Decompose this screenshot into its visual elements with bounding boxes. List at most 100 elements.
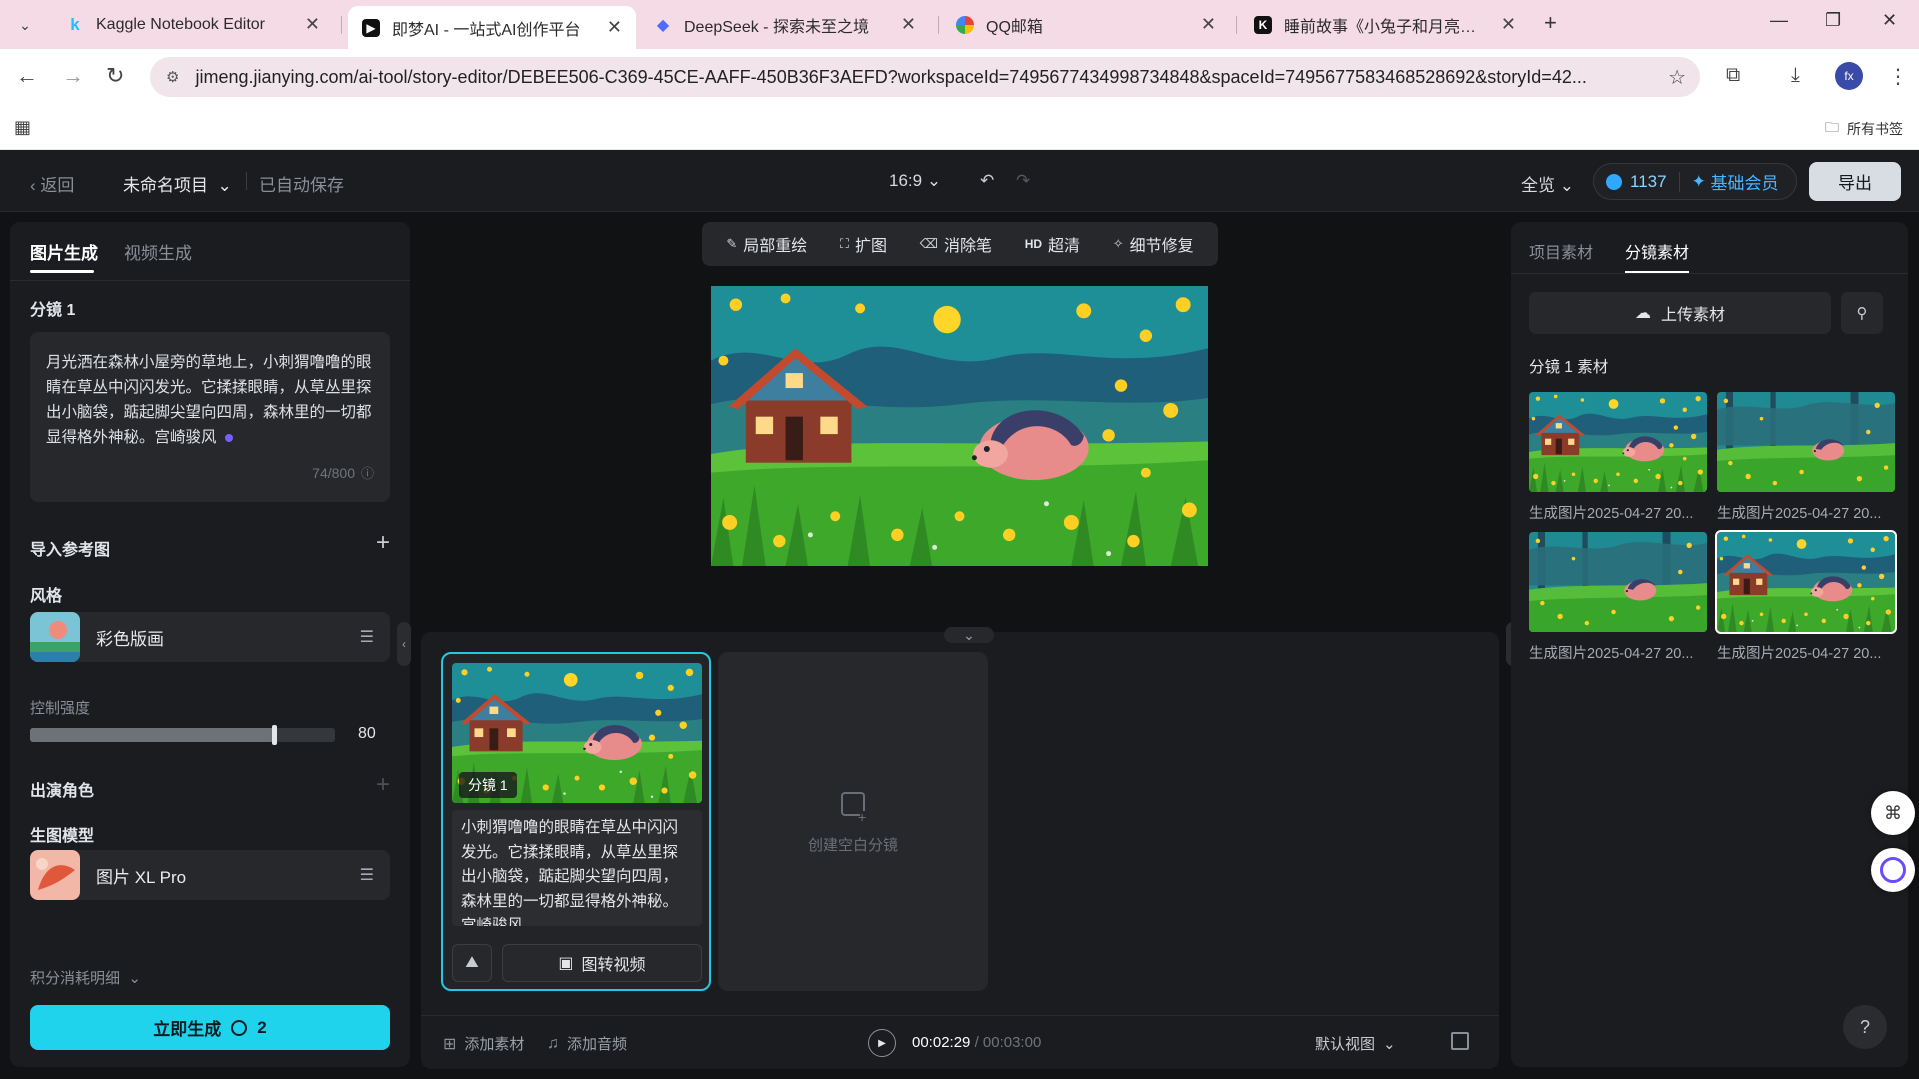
shortcuts-float-button[interactable]: ⌘: [1871, 791, 1915, 835]
asset-thumbnail[interactable]: [1717, 392, 1895, 492]
back-button[interactable]: ‹ 返回: [30, 171, 74, 196]
tool-upscale[interactable]: HD 超清: [1025, 232, 1080, 256]
import-reference-plus-icon[interactable]: +: [376, 531, 390, 555]
new-tab-plus-icon[interactable]: +: [1544, 10, 1557, 36]
storyboard-shot-card[interactable]: 分镜 1 小刺猬噜噜的眼睛在草丛中闪闪发光。它揉揉眼睛，从草丛里探出小脑袋，踮起…: [441, 652, 711, 991]
browser-tab-qqmail[interactable]: QQ邮箱 ✕: [942, 6, 1230, 43]
close-icon[interactable]: ✕: [1501, 14, 1516, 35]
reload-icon[interactable]: ↻: [106, 63, 124, 89]
tool-label: 细节修复: [1129, 238, 1194, 255]
image-icon[interactable]: ⛰: [452, 944, 492, 982]
prompt-text: 月光洒在森林小屋旁的草地上，小刺猬噜噜的眼睛在草丛中闪闪发光。它揉揉眼睛，从草丛…: [46, 354, 372, 446]
undo-icon[interactable]: ↶: [980, 171, 994, 191]
asset-item[interactable]: 生成图片2025-04-27 20...: [1717, 392, 1895, 523]
view-mode-dropdown[interactable]: 全览 ⌄: [1521, 171, 1574, 196]
style-thumbnail: [30, 612, 80, 662]
credits-badge[interactable]: 1137 ✦ 基础会员: [1593, 163, 1797, 200]
jimeng-logo-icon: ▶: [362, 18, 380, 37]
close-icon[interactable]: ✕: [1201, 14, 1216, 35]
sliders-icon[interactable]: ☰: [360, 627, 374, 647]
asset-item[interactable]: 生成图片2025-04-27 20...: [1529, 392, 1707, 523]
upload-asset-button[interactable]: ☁ 上传素材: [1529, 292, 1831, 334]
slider-fill: [30, 728, 274, 742]
hd-icon: HD: [1024, 237, 1043, 251]
apps-grid-icon[interactable]: ▦: [14, 117, 31, 138]
all-bookmarks[interactable]: 🗀 所有书签: [1825, 117, 1903, 141]
tab-title: DeepSeek - 探索未至之境: [684, 18, 869, 36]
forward-arrow-icon[interactable]: →: [62, 63, 84, 89]
export-button[interactable]: 导出: [1809, 162, 1901, 201]
restore-icon[interactable]: ❐: [1825, 10, 1841, 31]
assistant-float-button[interactable]: [1871, 848, 1915, 892]
style-selector[interactable]: 彩色版画 ☰: [30, 612, 390, 662]
tab-shot-assets[interactable]: 分镜素材: [1625, 239, 1689, 263]
tab-project-assets[interactable]: 项目素材: [1529, 239, 1593, 263]
chevron-down-icon: ⌄: [128, 970, 141, 987]
tool-outpaint[interactable]: ⛶ 扩图: [840, 232, 887, 256]
tool-detail-repair[interactable]: ✧ 细节修复: [1113, 232, 1194, 256]
asset-thumbnail[interactable]: [1529, 392, 1707, 492]
back-arrow-icon[interactable]: ←: [16, 63, 38, 89]
asset-thumbnail[interactable]: [1715, 530, 1897, 634]
asset-thumbnail[interactable]: [1529, 532, 1707, 632]
collapse-storyboard-chevron-icon[interactable]: ⌄: [944, 627, 994, 643]
import-reference-label: 导入参考图: [30, 542, 111, 559]
add-audio-button[interactable]: ♫ 添加音频: [547, 1033, 627, 1054]
add-media-icon: ⊞: [443, 1035, 457, 1053]
filter-icon[interactable]: ⚲: [1841, 292, 1883, 334]
shot-description[interactable]: 小刺猬噜噜的眼睛在草丛中闪闪发光。它揉揉眼睛，从草丛里探出小脑袋，踮起脚尖望向四…: [452, 810, 702, 926]
asset-item-selected[interactable]: 生成图片2025-04-27 20...: [1715, 530, 1897, 663]
model-selector[interactable]: 图片 XL Pro ☰: [30, 850, 390, 900]
close-icon[interactable]: ✕: [305, 14, 320, 35]
browser-tab-kling[interactable]: K 睡前故事《小兔子和月亮》分镜 ✕: [1240, 6, 1530, 43]
browser-address-bar: ← → ↻ ⚙ jimeng.jianying.com/ai-tool/stor…: [0, 49, 1919, 105]
generate-label: 立即生成: [153, 1020, 222, 1039]
project-name-dropdown[interactable]: 未命名项目 ⌄: [123, 171, 232, 196]
redo-icon[interactable]: ↷: [1016, 171, 1030, 191]
site-info-icon[interactable]: ⚙: [166, 68, 179, 86]
tab-separator: [341, 16, 342, 34]
close-icon[interactable]: ✕: [607, 17, 622, 38]
tab-search-icon[interactable]: ⌄: [10, 10, 40, 40]
download-icon[interactable]: ⤓: [1791, 64, 1800, 87]
add-asset-button[interactable]: ⊞ 添加素材: [443, 1033, 524, 1054]
url-bar[interactable]: ⚙ jimeng.jianying.com/ai-tool/story-edit…: [150, 57, 1700, 97]
timeline-bar: ⊞ 添加素材 ♫ 添加音频 ▶ 00:02:29 / 00:03:00 默认视图…: [421, 1015, 1499, 1069]
close-icon[interactable]: ✕: [901, 14, 916, 35]
generate-button[interactable]: 立即生成 2: [30, 1005, 390, 1050]
tool-eraser[interactable]: ⌫ 消除笔: [920, 232, 992, 256]
bookmark-star-icon[interactable]: ☆: [1668, 65, 1686, 90]
create-blank-shot-card[interactable]: + 创建空白分镜: [718, 652, 988, 991]
sliders-icon[interactable]: ☰: [360, 865, 374, 885]
asset-item[interactable]: 生成图片2025-04-27 20...: [1529, 532, 1707, 663]
browser-menu-icon[interactable]: ⋮: [1888, 64, 1908, 89]
browser-tab-jimeng[interactable]: ▶ 即梦AI - 一站式AI创作平台 ✕: [348, 6, 636, 49]
add-cast-plus-icon[interactable]: +: [376, 773, 390, 797]
play-icon[interactable]: ▶: [868, 1029, 896, 1057]
control-strength-slider[interactable]: [30, 725, 335, 745]
default-view-dropdown[interactable]: 默认视图 ⌄: [1315, 1033, 1396, 1054]
image-edit-toolbar: ✎ 局部重绘 ⛶ 扩图 ⌫ 消除笔 HD 超清 ✧ 细节修复: [702, 222, 1218, 266]
tool-inpaint[interactable]: ✎ 局部重绘: [726, 232, 807, 256]
minimize-icon[interactable]: —: [1770, 10, 1788, 31]
slider-handle[interactable]: [272, 725, 277, 745]
image-to-video-button[interactable]: ▣ 图转视频: [502, 944, 702, 982]
browser-tab-deepseek[interactable]: ◆ DeepSeek - 探索未至之境 ✕: [640, 6, 930, 43]
kling-icon: K: [1254, 15, 1272, 34]
profile-avatar[interactable]: fx: [1835, 62, 1863, 90]
aspect-ratio-dropdown[interactable]: 16:9 ⌄: [889, 171, 941, 191]
cost-details-dropdown[interactable]: 积分消耗明细 ⌄: [30, 967, 141, 988]
info-icon[interactable]: ⓘ: [361, 461, 374, 486]
fullscreen-icon[interactable]: [1451, 1032, 1469, 1050]
window-close-icon[interactable]: ✕: [1882, 10, 1897, 31]
main-preview-image[interactable]: [711, 286, 1208, 566]
prompt-textarea[interactable]: 月光洒在森林小屋旁的草地上，小刺猬噜噜的眼睛在草丛中闪闪发光。它揉揉眼睛，从草丛…: [30, 332, 390, 502]
qq-mail-icon: [956, 15, 974, 34]
collapse-left-chevron-icon[interactable]: ‹: [397, 622, 411, 666]
help-icon[interactable]: ?: [1843, 1005, 1887, 1049]
browser-tab-kaggle[interactable]: k Kaggle Notebook Editor ✕: [52, 6, 334, 43]
tab-image-generation[interactable]: 图片生成: [30, 239, 98, 264]
asset-caption: 生成图片2025-04-27 20...: [1717, 506, 1882, 522]
tab-video-generation[interactable]: 视频生成: [124, 239, 192, 264]
extensions-icon[interactable]: ⧉: [1726, 64, 1740, 87]
